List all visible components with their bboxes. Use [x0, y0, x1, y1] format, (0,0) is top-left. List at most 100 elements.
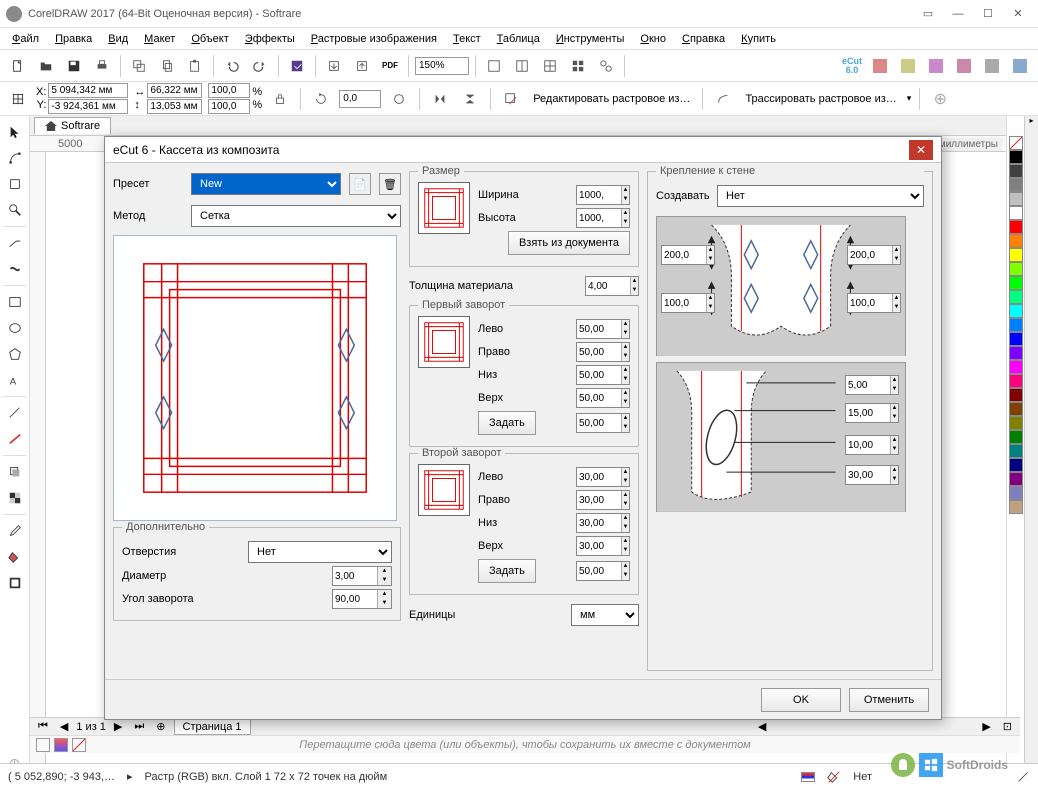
f1-set-spinner[interactable]: ▲▼	[576, 413, 630, 433]
menu-edit[interactable]: Правка	[49, 31, 98, 47]
text-tool[interactable]: A	[2, 368, 28, 392]
wall-g-spinner[interactable]: ▲▼	[845, 435, 899, 455]
nav-icon[interactable]: ⊡	[999, 720, 1016, 733]
color-dock-bar[interactable]: Перетащите сюда цвета (или объекты), что…	[30, 735, 1020, 753]
plugin5-icon[interactable]	[980, 54, 1004, 78]
menu-layout[interactable]: Макет	[138, 31, 181, 47]
outline-pen-icon[interactable]	[1016, 770, 1030, 784]
color-swatch[interactable]	[1009, 374, 1023, 388]
transparency-tool[interactable]	[2, 486, 28, 510]
page-add[interactable]: ⊕	[152, 720, 169, 733]
f2-right-spinner[interactable]: ▲▼	[576, 490, 630, 510]
dock-icon-1[interactable]	[36, 738, 50, 752]
zoom-tool[interactable]	[2, 198, 28, 222]
rulers-button[interactable]	[538, 54, 562, 78]
create-select[interactable]: Нет	[717, 185, 924, 207]
rotation-center-icon[interactable]	[387, 87, 411, 111]
cancel-button[interactable]: Отменить	[849, 688, 929, 712]
color-swatch[interactable]	[1009, 500, 1023, 514]
color-swatch[interactable]	[1009, 164, 1023, 178]
color-swatch[interactable]	[1009, 304, 1023, 318]
polygon-tool[interactable]	[2, 342, 28, 366]
lock-ratio-icon[interactable]	[268, 87, 292, 111]
pixel-grid-icon[interactable]	[6, 87, 30, 111]
color-swatch[interactable]	[1009, 486, 1023, 500]
pick-tool[interactable]	[2, 120, 28, 144]
rectangle-tool[interactable]	[2, 290, 28, 314]
page-tab[interactable]: Страница 1	[174, 719, 251, 735]
f1-set-button[interactable]: Задать	[478, 411, 536, 435]
eyedropper-tool[interactable]	[2, 519, 28, 543]
artistic-media-tool[interactable]	[2, 257, 28, 281]
fill-indicator-icon[interactable]	[827, 770, 841, 784]
rotation-input[interactable]	[339, 90, 381, 108]
dock-icon-3[interactable]	[72, 738, 86, 752]
height-input[interactable]	[147, 99, 202, 114]
new-button[interactable]	[6, 54, 30, 78]
wall-h-spinner[interactable]: ▲▼	[845, 465, 899, 485]
color-swatch[interactable]	[1009, 276, 1023, 290]
guidelines-button[interactable]	[566, 54, 590, 78]
plugin3-icon[interactable]	[924, 54, 948, 78]
f2-bottom-spinner[interactable]: ▲▼	[576, 513, 630, 533]
units-select[interactable]: мм	[571, 604, 639, 626]
menu-tools[interactable]: Инструменты	[550, 31, 631, 47]
ellipse-tool[interactable]	[2, 316, 28, 340]
wall-f-spinner[interactable]: ▲▼	[845, 403, 899, 423]
mirror-v-icon[interactable]	[458, 87, 482, 111]
fill-tool[interactable]	[2, 545, 28, 569]
maximize-button[interactable]: ☐	[974, 4, 1002, 24]
plugin1-icon[interactable]	[868, 54, 892, 78]
height-spinner[interactable]: ▲▼	[576, 208, 630, 228]
color-swatch[interactable]	[1009, 178, 1023, 192]
method-select[interactable]: Сетка	[191, 205, 401, 227]
menu-help[interactable]: Справка	[676, 31, 731, 47]
parallel-dim-tool[interactable]	[2, 401, 28, 425]
rotate-icon[interactable]	[309, 87, 333, 111]
zoom-input[interactable]	[415, 57, 469, 75]
color-swatch[interactable]	[1009, 262, 1023, 276]
edit-bitmap-label[interactable]: Редактировать растровое из…	[529, 93, 694, 105]
print-button[interactable]	[90, 54, 114, 78]
open-button[interactable]	[34, 54, 58, 78]
f2-set-button[interactable]: Задать	[478, 559, 536, 583]
save-button[interactable]	[62, 54, 86, 78]
page-next[interactable]: ▶	[110, 720, 126, 733]
width-spinner[interactable]: ▲▼	[576, 185, 630, 205]
trace-bitmap-icon[interactable]	[711, 87, 735, 111]
preset-select[interactable]: New	[191, 173, 341, 195]
menu-bitmaps[interactable]: Растровые изображения	[305, 31, 443, 47]
f1-bottom-spinner[interactable]: ▲▼	[576, 365, 630, 385]
color-swatch[interactable]	[1009, 444, 1023, 458]
shape-tool[interactable]	[2, 146, 28, 170]
menu-file[interactable]: Файл	[6, 31, 45, 47]
wall-b-spinner[interactable]: ▲▼	[847, 245, 901, 265]
menu-effects[interactable]: Эффекты	[239, 31, 301, 47]
cut-button[interactable]	[127, 54, 151, 78]
fullscreen-button[interactable]	[482, 54, 506, 78]
menu-object[interactable]: Объект	[185, 31, 234, 47]
dialog-titlebar[interactable]: eCut 6 - Кассета из композита ✕	[105, 137, 941, 163]
holes-select[interactable]: Нет	[248, 541, 392, 563]
color-swatch[interactable]	[1009, 388, 1023, 402]
page-first[interactable]: ⏮	[34, 720, 52, 733]
user-icon[interactable]: ▭	[914, 4, 942, 24]
wall-a-spinner[interactable]: ▲▼	[661, 245, 715, 265]
ok-button[interactable]: OK	[761, 688, 841, 712]
color-swatch[interactable]	[1009, 318, 1023, 332]
color-swatch[interactable]	[1009, 290, 1023, 304]
copy-button[interactable]	[155, 54, 179, 78]
f1-right-spinner[interactable]: ▲▼	[576, 342, 630, 362]
x-position-input[interactable]	[48, 83, 128, 98]
dialog-close-button[interactable]: ✕	[909, 140, 933, 160]
outline-tool[interactable]	[2, 571, 28, 595]
color-swatch[interactable]	[1009, 458, 1023, 472]
snap-button[interactable]	[594, 54, 618, 78]
plugin6-icon[interactable]	[1008, 54, 1032, 78]
ecut-button[interactable]: eCut6.0	[840, 54, 864, 78]
menu-table[interactable]: Таблица	[491, 31, 546, 47]
f2-set-spinner[interactable]: ▲▼	[576, 561, 630, 581]
color-swatch[interactable]	[1009, 472, 1023, 486]
menu-buy[interactable]: Купить	[735, 31, 782, 47]
docker-flyout[interactable]: ▸	[1024, 116, 1038, 779]
